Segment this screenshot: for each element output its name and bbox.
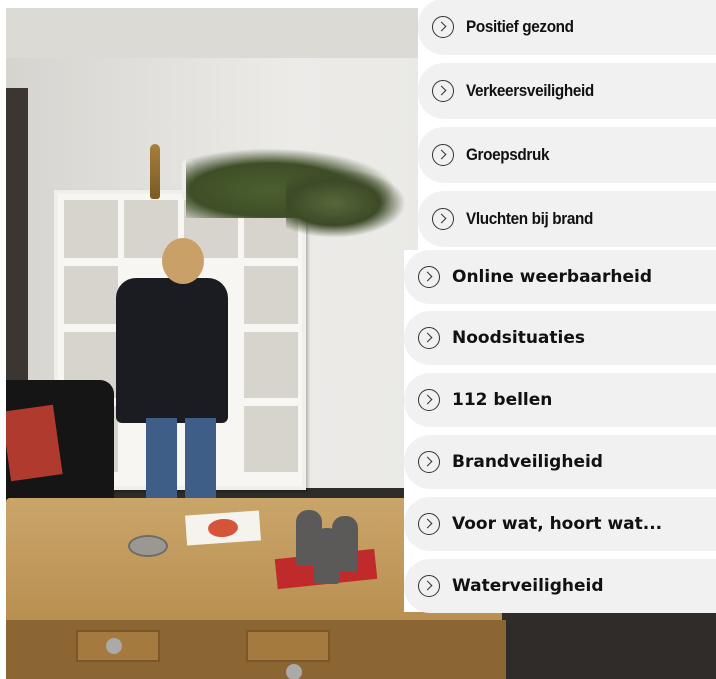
menu-item-label: Brandveiligheid [452,452,603,472]
chevron-right-circle-icon [418,451,440,473]
chevron-right-circle-icon [418,389,440,411]
drawer-knob [286,664,302,679]
curtain [6,88,28,388]
topics-menu-bottom: Online weerbaarheid Noodsituaties 112 be… [404,250,716,613]
plant [286,168,406,238]
menu-item-label: Voor wat, hoort wat... [452,514,663,534]
table-card [185,510,261,546]
chevron-right-circle-icon [418,327,440,349]
brass-vase [150,144,160,199]
chevron-right-circle-icon [418,513,440,535]
child-legs [146,418,216,508]
menu-item-label: Positief gezond [466,17,574,36]
menu-item-voor-wat-hoort-wat[interactable]: Voor wat, hoort wat... [404,497,716,551]
menu-item-groepsdruk[interactable]: Groepsdruk [418,127,716,183]
menu-item-positief-gezond[interactable]: Positief gezond [418,0,716,55]
pillow [6,404,63,482]
table-drawer [246,630,330,662]
dish [128,535,168,557]
menu-item-label: Verkeersveiligheid [466,81,594,100]
chevron-right-circle-icon [418,575,440,597]
candle [314,528,340,584]
menu-item-noodsituaties[interactable]: Noodsituaties [404,311,716,365]
menu-item-vluchten-bij-brand[interactable]: Vluchten bij brand [418,191,716,247]
drawer-knob [106,638,122,654]
child-head [162,238,204,284]
menu-item-label: Waterveiligheid [452,576,604,596]
chevron-right-circle-icon [432,144,454,166]
chevron-right-circle-icon [432,16,454,38]
menu-item-label: Groepsdruk [466,145,550,164]
menu-item-label: 112 bellen [452,390,553,410]
chevron-right-circle-icon [418,266,440,288]
chevron-right-circle-icon [432,80,454,102]
menu-item-label: Vluchten bij brand [466,209,593,228]
menu-item-112-bellen[interactable]: 112 bellen [404,373,716,427]
menu-item-online-weerbaarheid[interactable]: Online weerbaarheid [404,250,716,304]
topics-menu-top: Positief gezond Verkeersveiligheid Groep… [418,0,716,250]
menu-item-waterveiligheid[interactable]: Waterveiligheid [404,559,716,613]
menu-item-brandveiligheid[interactable]: Brandveiligheid [404,435,716,489]
child-figure [116,278,228,423]
menu-item-label: Noodsituaties [452,328,586,348]
menu-item-label: Online weerbaarheid [452,267,653,287]
menu-item-verkeersveiligheid[interactable]: Verkeersveiligheid [418,63,716,119]
chevron-right-circle-icon [432,208,454,230]
